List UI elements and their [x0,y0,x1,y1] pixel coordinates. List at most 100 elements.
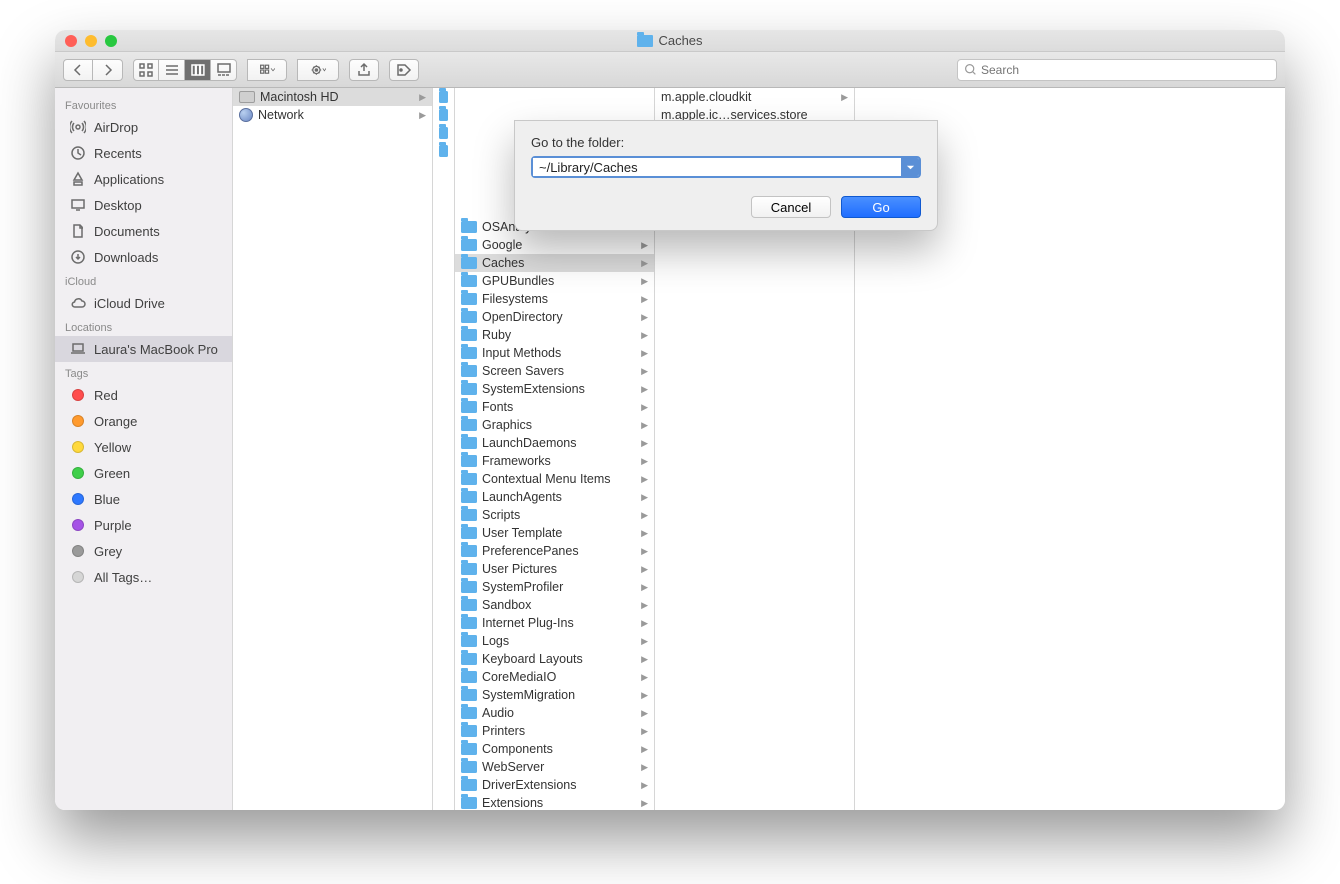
column-item[interactable]: LaunchAgents▶ [455,488,654,506]
sidebar-item-documents[interactable]: Documents [55,218,232,244]
column-item[interactable]: DriverExtensions▶ [455,776,654,794]
column-item[interactable]: PreferencePanes▶ [455,542,654,560]
folder-icon [461,635,477,647]
column-item-label: Audio [482,706,636,720]
airdrop-icon [69,118,87,136]
column-item[interactable]: Printers▶ [455,722,654,740]
column-item[interactable] [433,124,454,142]
column-item[interactable]: Ruby▶ [455,326,654,344]
zoom-window-button[interactable] [105,35,117,47]
column-item[interactable]: Caches▶ [455,254,654,272]
column-item[interactable]: m.apple.cloudkit▶ [655,88,854,106]
column-item[interactable]: Graphics▶ [455,416,654,434]
folder-icon [461,329,477,341]
column-item[interactable]: Google▶ [455,236,654,254]
chevron-right-icon: ▶ [641,744,648,755]
column-item[interactable]: Keyboard Layouts▶ [455,650,654,668]
column-item[interactable]: User Template▶ [455,524,654,542]
sidebar-item-icloud-drive[interactable]: iCloud Drive [55,290,232,316]
sidebar-item-green[interactable]: Green [55,460,232,486]
sidebar-item-applications[interactable]: Applications [55,166,232,192]
sidebar-item-purple[interactable]: Purple [55,512,232,538]
chevron-right-icon: ▶ [641,366,648,377]
folder-icon [439,109,448,121]
column-item[interactable]: Macintosh HD▶ [233,88,432,106]
titlebar: Caches [55,30,1285,52]
list-view-button[interactable] [159,59,185,81]
search-icon [964,63,977,76]
tag-dot-icon [69,464,87,482]
column-item[interactable]: SystemMigration▶ [455,686,654,704]
column-item[interactable]: Contextual Menu Items▶ [455,470,654,488]
cancel-button[interactable]: Cancel [751,196,831,218]
sidebar-item-desktop[interactable]: Desktop [55,192,232,218]
sidebar-item-red[interactable]: Red [55,382,232,408]
minimize-window-button[interactable] [85,35,97,47]
column-item[interactable]: SystemProfiler▶ [455,578,654,596]
column-item-label: OpenDirectory [482,310,636,324]
search-field[interactable] [957,59,1277,81]
close-window-button[interactable] [65,35,77,47]
column-item[interactable]: Sandbox▶ [455,596,654,614]
forward-button[interactable] [93,59,123,81]
column-item[interactable]: Internet Plug-Ins▶ [455,614,654,632]
sidebar-item-orange[interactable]: Orange [55,408,232,434]
column-item[interactable]: Input Methods▶ [455,344,654,362]
sidebar-item-downloads[interactable]: Downloads [55,244,232,270]
column-item[interactable] [433,88,454,106]
sidebar-item-blue[interactable]: Blue [55,486,232,512]
gallery-view-button[interactable] [211,59,237,81]
column-item[interactable]: Filesystems▶ [455,290,654,308]
column-item[interactable] [433,142,454,160]
sidebar-item-yellow[interactable]: Yellow [55,434,232,460]
go-to-folder-input[interactable] [533,158,901,176]
recent-folders-button[interactable] [901,158,919,176]
column-item[interactable]: Network▶ [233,106,432,124]
column-item[interactable] [433,106,454,124]
folder-icon [461,779,477,791]
column-item[interactable]: Audio▶ [455,704,654,722]
sidebar-item-label: Yellow [94,440,131,455]
sidebar-item-laura-s-macbook-pro[interactable]: Laura's MacBook Pro [55,336,232,362]
action-button[interactable] [297,59,339,81]
icon-view-button[interactable] [133,59,159,81]
sidebar-item-grey[interactable]: Grey [55,538,232,564]
column-item-label: SystemMigration [482,688,636,702]
column-item[interactable]: CoreMediaIO▶ [455,668,654,686]
sidebar-item-label: Red [94,388,118,403]
folder-icon [461,617,477,629]
column-item-label: Extensions [482,796,636,810]
column-item[interactable]: User Pictures▶ [455,560,654,578]
chevron-right-icon: ▶ [419,110,426,121]
group-by-button[interactable] [247,59,287,81]
sidebar-item-all-tags-[interactable]: All Tags… [55,564,232,590]
column-item[interactable]: OpenDirectory▶ [455,308,654,326]
chevron-right-icon: ▶ [641,420,648,431]
column-item[interactable]: Extensions▶ [455,794,654,810]
chevron-right-icon: ▶ [641,726,648,737]
tag-dot-icon [69,568,87,586]
sidebar-item-airdrop[interactable]: AirDrop [55,114,232,140]
back-button[interactable] [63,59,93,81]
column-item[interactable]: Fonts▶ [455,398,654,416]
column-item[interactable]: SystemExtensions▶ [455,380,654,398]
column-item-label: SystemExtensions [482,382,636,396]
go-button[interactable]: Go [841,196,921,218]
folder-icon [461,653,477,665]
sidebar-item-recents[interactable]: Recents [55,140,232,166]
column-view-button[interactable] [185,59,211,81]
column-item[interactable]: Scripts▶ [455,506,654,524]
column-item[interactable]: LaunchDaemons▶ [455,434,654,452]
search-input[interactable] [981,63,1270,77]
column-item[interactable]: GPUBundles▶ [455,272,654,290]
column-item[interactable]: Screen Savers▶ [455,362,654,380]
column-item-label: LaunchDaemons [482,436,636,450]
column-item[interactable]: Frameworks▶ [455,452,654,470]
share-button[interactable] [349,59,379,81]
column-item-label: Google [482,238,636,252]
column-item[interactable]: Logs▶ [455,632,654,650]
downloads-icon [69,248,87,266]
column-item[interactable]: WebServer▶ [455,758,654,776]
column-item[interactable]: Components▶ [455,740,654,758]
tags-button[interactable] [389,59,419,81]
